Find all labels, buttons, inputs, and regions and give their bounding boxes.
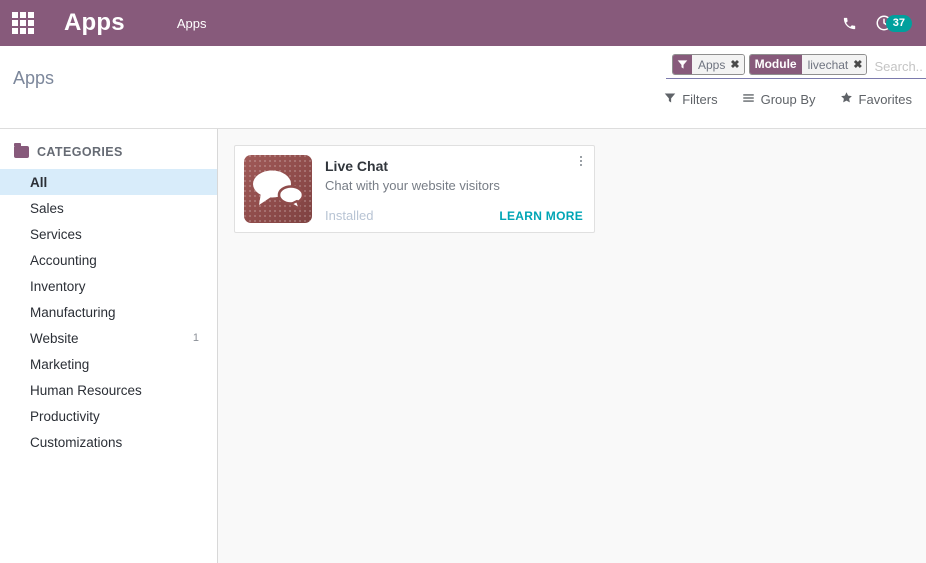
sidebar-item-website[interactable]: Website 1: [0, 325, 217, 351]
page-body: CATEGORIES All Sales Services Accounting…: [0, 129, 926, 563]
sidebar-item-website-count: 1: [192, 332, 199, 344]
top-navbar: Apps Apps 37: [0, 0, 926, 46]
control-panel: Apps Apps ✖ Module livechat ✖ Search... …: [0, 46, 926, 129]
sidebar-item-customizations[interactable]: Customizations: [0, 429, 217, 455]
sidebar-item-sales[interactable]: Sales: [0, 195, 217, 221]
sidebar-item-inventory[interactable]: Inventory: [0, 273, 217, 299]
filters-button-label: Filters: [682, 91, 718, 107]
search-facet-module[interactable]: Module livechat ✖: [748, 54, 868, 75]
app-card-footer: Installed LEARN MORE: [325, 208, 585, 223]
apps-grid-button[interactable]: [0, 0, 46, 46]
categories-header: CATEGORIES: [0, 141, 217, 169]
search-area: Apps ✖ Module livechat ✖: [666, 54, 926, 79]
sidebar-item-productivity-label: Productivity: [30, 408, 100, 424]
grid-menu-icon: [12, 12, 34, 34]
sidebar-item-sales-label: Sales: [30, 200, 64, 216]
sidebar-item-accounting[interactable]: Accounting: [0, 247, 217, 273]
sidebar-item-human-resources[interactable]: Human Resources: [0, 377, 217, 403]
sidebar-item-inventory-label: Inventory: [30, 278, 86, 294]
search-facet-module-body: livechat ✖: [801, 55, 867, 74]
sidebar-item-manufacturing[interactable]: Manufacturing: [0, 299, 217, 325]
app-card-body: Live Chat Chat with your website visitor…: [312, 155, 585, 223]
sidebar-item-services[interactable]: Services: [0, 221, 217, 247]
live-chat-speech-bubbles-icon: [244, 155, 312, 223]
search-facet-apps-body: Apps ✖: [692, 55, 744, 74]
app-card-live-chat[interactable]: Live Chat Chat with your website visitor…: [234, 145, 595, 233]
activity-menu-button[interactable]: 37: [875, 14, 912, 32]
search-input[interactable]: [871, 54, 926, 78]
sidebar-item-marketing-label: Marketing: [30, 356, 90, 372]
app-status-badge: Installed: [325, 208, 374, 223]
learn-more-link[interactable]: LEARN MORE: [499, 209, 583, 223]
funnel-icon: [664, 92, 676, 107]
list-lines-icon: [742, 92, 755, 107]
favorites-button[interactable]: Favorites: [840, 91, 912, 107]
filters-button[interactable]: Filters: [664, 91, 718, 107]
activity-count-badge: 37: [885, 14, 912, 32]
topbar-right-group: 37: [842, 0, 912, 46]
search-facet-apps-label: Apps: [698, 57, 726, 72]
folder-icon: [14, 143, 29, 158]
brand-title: Apps: [64, 9, 125, 36]
filter-funnel-icon: [673, 55, 692, 74]
sidebar-item-all[interactable]: All: [0, 169, 217, 195]
sidebar-item-accounting-label: Accounting: [30, 252, 97, 268]
search-facet-module-label: livechat: [807, 57, 849, 72]
favorites-button-label: Favorites: [858, 91, 912, 107]
search-facet-apps-remove[interactable]: ✖: [730, 58, 739, 71]
sidebar-item-manufacturing-label: Manufacturing: [30, 304, 116, 320]
search-facet-apps[interactable]: Apps ✖: [672, 54, 745, 75]
filter-buttons-group: Filters Group By Favorites: [664, 91, 912, 107]
sidebar-item-human-resources-label: Human Resources: [30, 382, 142, 398]
sidebar-item-website-label: Website: [30, 330, 79, 346]
app-title: Live Chat: [325, 158, 389, 174]
sidebar-item-customizations-label: Customizations: [30, 434, 123, 450]
sidebar-item-productivity[interactable]: Productivity: [0, 403, 217, 429]
search-bar[interactable]: Apps ✖ Module livechat ✖: [666, 54, 926, 79]
apps-content-area: Live Chat Chat with your website visitor…: [218, 129, 926, 563]
breadcrumb[interactable]: Apps: [13, 68, 54, 89]
search-facet-module-remove[interactable]: ✖: [853, 58, 862, 71]
group-by-button-label: Group By: [760, 91, 816, 107]
star-icon: [840, 91, 853, 107]
group-by-button[interactable]: Group By: [742, 92, 816, 107]
search-facet-module-head: Module: [749, 55, 802, 74]
app-description: Chat with your website visitors: [325, 178, 500, 193]
kebab-menu-icon[interactable]: [574, 152, 588, 170]
menu-item-apps[interactable]: Apps: [177, 16, 207, 31]
phone-icon[interactable]: [842, 16, 857, 31]
categories-sidebar: CATEGORIES All Sales Services Accounting…: [0, 129, 218, 563]
sidebar-item-services-label: Services: [30, 226, 82, 242]
sidebar-item-marketing[interactable]: Marketing: [0, 351, 217, 377]
sidebar-item-all-label: All: [30, 174, 48, 190]
categories-header-label: CATEGORIES: [37, 145, 123, 159]
